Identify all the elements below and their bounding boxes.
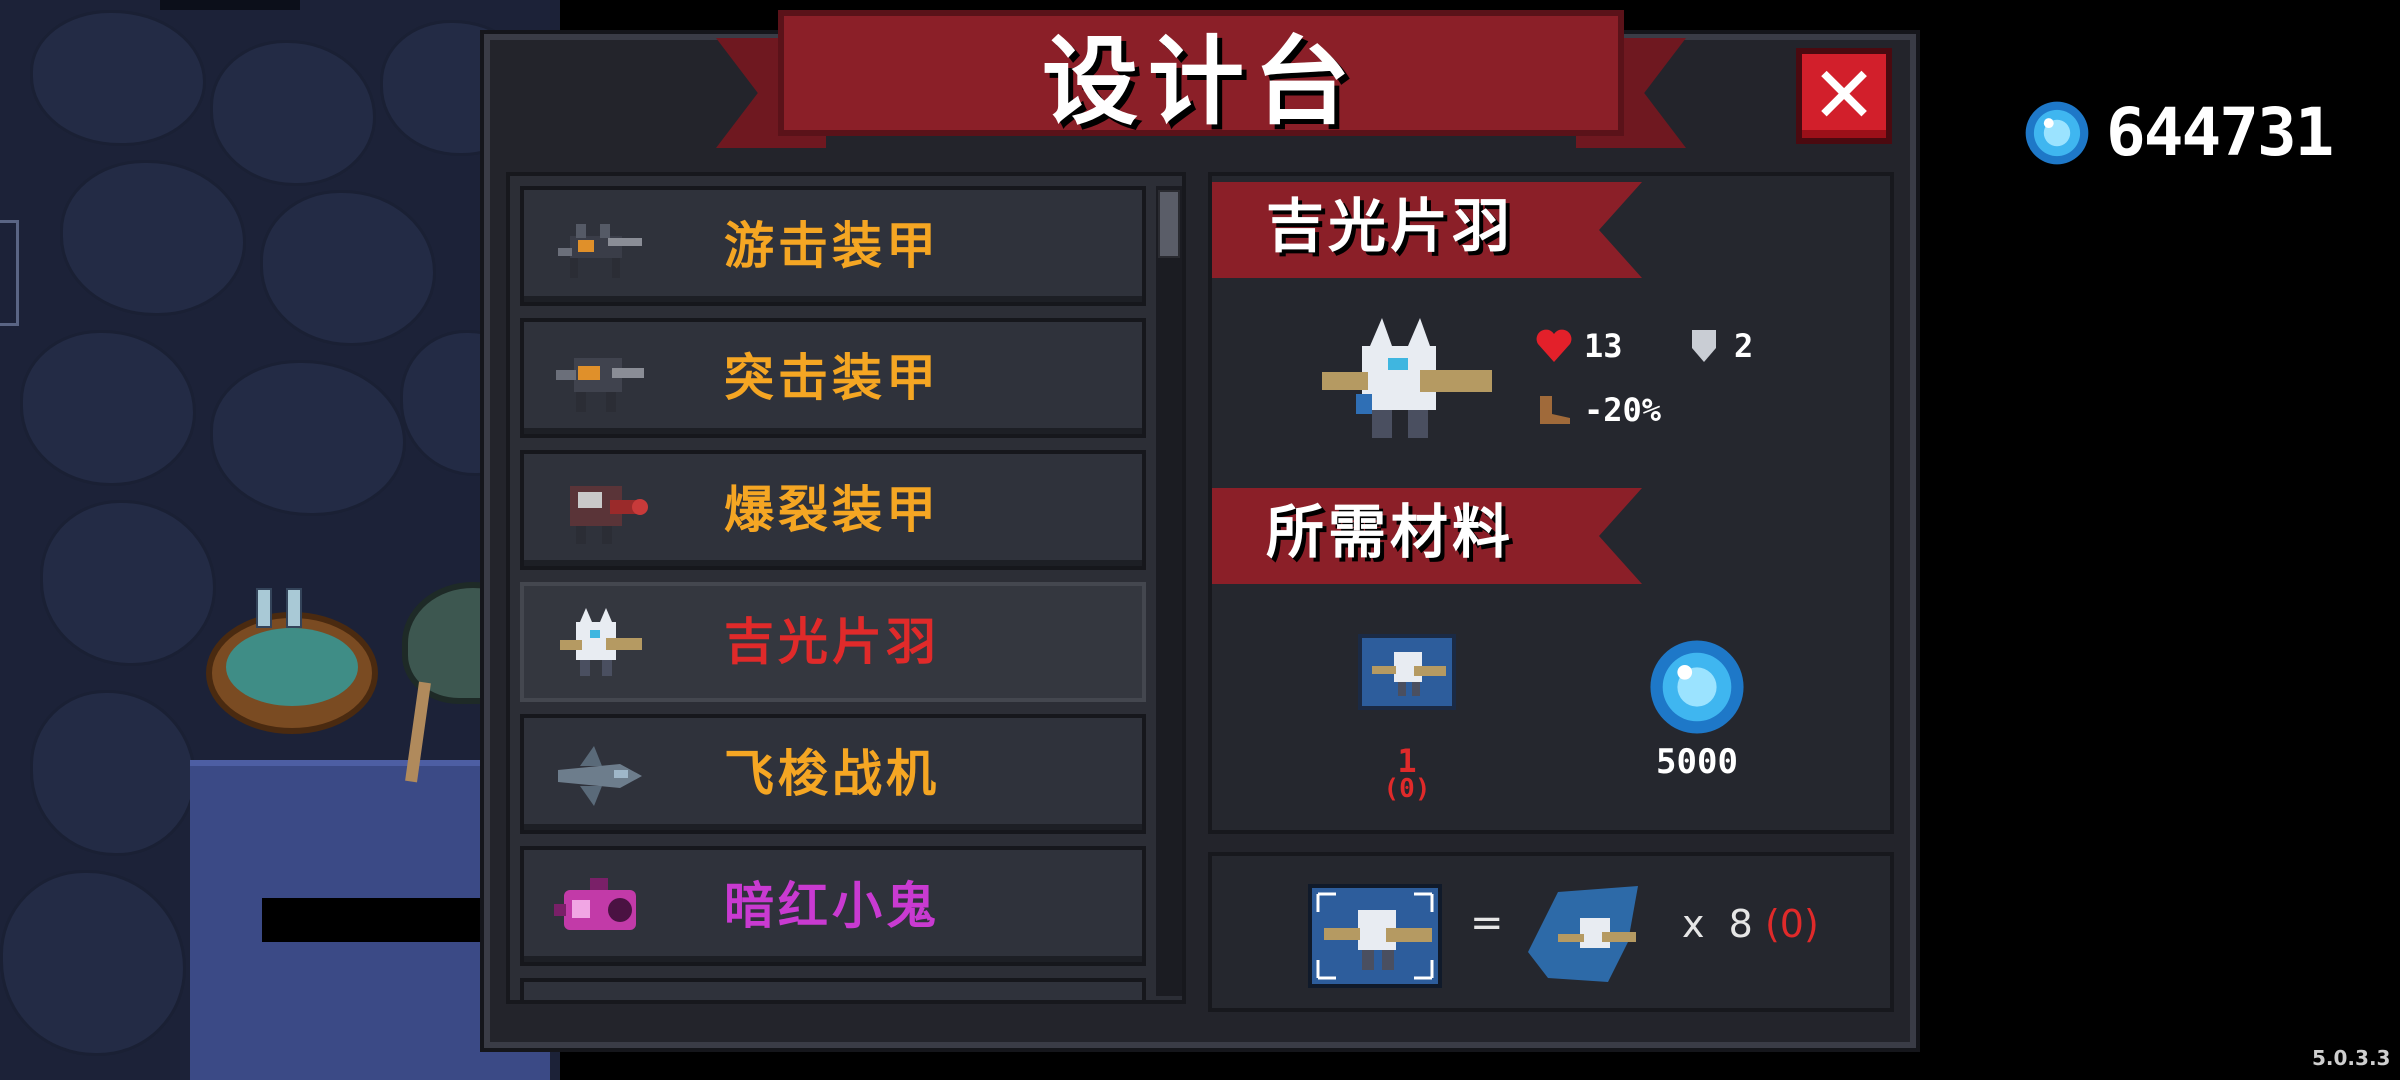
blue-gem-icon [1650,640,1744,734]
materials-title: 所需材料 [1266,498,1515,566]
heart-icon [1536,329,1572,362]
side-tab-edge [0,220,19,326]
crimson-imp-icon [554,878,636,930]
blueprint-owned: (0) [1383,774,1431,804]
boot-icon [1540,396,1570,424]
gem-amount: 644731 [2106,94,2334,171]
mech-burst-icon [570,486,648,544]
shield-icon [1692,330,1716,362]
list-scrollbar[interactable] [1156,186,1182,996]
list-item-jiguang-pianyu[interactable]: 吉光片羽 [520,582,1146,702]
page-title: 设计台 [1042,24,1360,138]
list-item-shuttle-fighter[interactable]: 飞梭战机 [520,714,1146,834]
gem-cost: 5000 [1656,742,1738,782]
fragment-count: x 8 (0) [1682,902,1819,946]
list-item-label: 暗红小鬼 [724,876,940,935]
list-item-guerrilla-armor[interactable]: 游击装甲 [520,186,1146,306]
mech-preview-image [1322,318,1492,438]
list-item-assault-armor[interactable]: 突击装甲 [520,318,1146,438]
item-name-ribbon: 吉光片羽 [1212,182,1642,278]
water-tub [206,588,378,734]
list-item-label: 突击装甲 [724,348,940,407]
materials-ribbon: 所需材料 [1212,488,1642,584]
list-item-crimson-imp[interactable]: 暗红小鬼 [520,846,1146,966]
list-item-label: 吉光片羽 [724,612,940,671]
item-name: 吉光片羽 [1266,192,1515,260]
list-item-burst-armor[interactable]: 爆裂装甲 [520,450,1146,570]
mech-guerrilla-icon [558,224,642,278]
armor-stat: 2 [1684,326,1753,366]
blue-gem-icon [2025,101,2089,164]
blueprint-material-icon[interactable] [1358,634,1456,710]
blueprint-result-icon[interactable] [1308,884,1442,988]
close-icon: ✕ [1811,51,1877,141]
title-banner: 设计台 [716,0,1686,160]
close-button[interactable]: ✕ [1796,48,1892,144]
gem-balance: 644731 [2024,94,2334,171]
list-item-label: 游击装甲 [724,216,940,275]
list-item-label: 飞梭战机 [724,744,940,803]
blueprint-fragment-icon[interactable] [1518,882,1658,992]
detail-panel: 吉光片羽 13 2 -20% 所需材料 1 (0) 5000 [1208,172,1894,834]
jet-fighter-icon [558,746,642,806]
list-item-partial[interactable] [520,978,1146,1000]
hp-stat: 13 [1534,326,1623,366]
scrollbar-thumb[interactable] [1158,190,1180,258]
mech-jiguang-icon [560,608,642,676]
game-world-background [0,0,560,1080]
mech-list[interactable]: 游击装甲 突击装甲 爆裂装甲 吉光片羽 飞梭战机 暗红小鬼 [506,172,1186,1004]
equals-sign: = [1470,900,1504,946]
version-label: 5.0.3.3 [2312,1046,2391,1070]
mech-assault-icon [556,358,644,412]
list-item-label: 爆裂装甲 [724,480,940,539]
blueprint-recipe: = x 8 (0) [1208,852,1894,1012]
speed-stat: -20% [1534,390,1661,430]
